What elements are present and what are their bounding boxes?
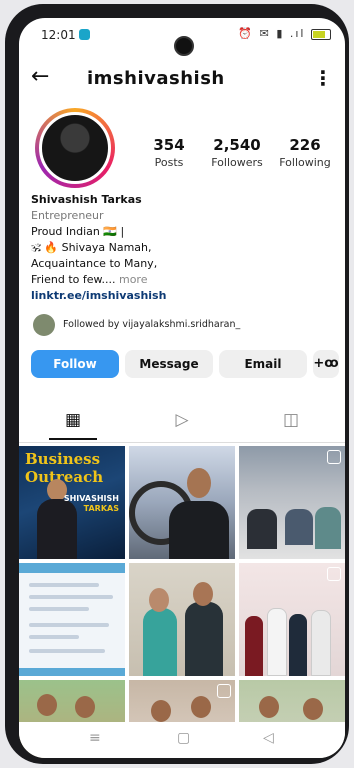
post-person <box>267 608 287 676</box>
stat-following-label: Following <box>279 156 331 169</box>
reel-indicator-icon <box>327 567 341 581</box>
post-person <box>311 610 331 676</box>
avatar[interactable] <box>39 112 111 184</box>
bio-line-2: 🕉 🔥 Shivaya Namah, <box>31 241 152 254</box>
post-person <box>285 509 313 545</box>
profile-stats: 354 Posts 2,540 Followers 226 Following <box>137 136 337 169</box>
post-person-body <box>169 501 229 559</box>
post-person-body <box>185 602 223 676</box>
post-person <box>315 507 341 549</box>
stat-followers-value: 2,540 <box>213 136 261 154</box>
post-thumbnail[interactable] <box>129 446 235 559</box>
posts-grid: Business Outreach SHIVASHISH TARKAS <box>19 446 345 758</box>
tab-tagged[interactable]: ◫ <box>237 410 345 430</box>
post-text-line <box>29 649 105 653</box>
post-person <box>245 616 263 676</box>
bio-line-4-row: Friend to few.... more <box>31 272 331 288</box>
avatar-story-ring[interactable] <box>35 108 115 188</box>
post-text-line <box>29 583 99 587</box>
suggested-accounts-button[interactable]: +ꝏ <box>313 350 339 378</box>
bio-line-3: Acquaintance to Many, <box>31 257 158 270</box>
post-person-body <box>143 608 177 676</box>
post-face <box>303 698 323 720</box>
post-thumbnail[interactable] <box>19 563 125 676</box>
bio-link[interactable]: linktr.ee/imshivashish <box>31 288 331 304</box>
post-thumbnail[interactable] <box>239 446 345 559</box>
profile-actions: Follow Message Email +ꝏ <box>31 350 339 380</box>
email-button[interactable]: Email <box>219 350 307 378</box>
post-person <box>289 614 307 676</box>
reel-indicator-icon <box>217 684 231 698</box>
post-caption-line-1: SHIVASHISH <box>63 494 119 503</box>
post-text-line <box>29 595 113 599</box>
status-time: 12:01 <box>41 28 76 42</box>
screen: 12:01 ⏰ ✉ ▮ .ıl ← imshivashish ⋮ 354 Pos… <box>19 18 345 758</box>
stat-following-value: 226 <box>289 136 321 154</box>
reel-indicator-icon <box>327 450 341 464</box>
post-text-line <box>29 607 89 611</box>
recent-apps-icon[interactable]: ≡ <box>89 730 101 746</box>
post-thumbnail[interactable] <box>239 563 345 676</box>
post-face <box>37 694 57 716</box>
reels-icon: ▷ <box>175 410 189 430</box>
post-face <box>259 696 279 718</box>
stat-posts-label: Posts <box>154 156 184 169</box>
tab-reels[interactable]: ▷ <box>128 410 236 430</box>
system-navigation-bar: ≡ ▢ ◁ <box>19 722 345 758</box>
bio-line-1: Proud Indian 🇮🇳 | <box>31 225 125 238</box>
bio-category: Entrepreneur <box>31 209 104 222</box>
tab-grid[interactable]: ▦ <box>19 410 127 440</box>
back-nav-icon[interactable]: ◁ <box>263 730 274 746</box>
status-icons-text: ⏰ ✉ ▮ .ıl <box>238 27 306 40</box>
post-face <box>191 696 211 718</box>
battery-icon <box>311 28 331 40</box>
post-text-line <box>29 635 79 639</box>
front-camera <box>174 36 194 56</box>
post-face <box>75 696 95 718</box>
bio-name: Shivashish Tarkas <box>31 193 142 206</box>
phone-frame: 12:01 ⏰ ✉ ▮ .ıl ← imshivashish ⋮ 354 Pos… <box>5 4 349 764</box>
grid-icon: ▦ <box>64 410 82 430</box>
post-face <box>151 700 171 722</box>
home-icon[interactable]: ▢ <box>177 730 190 746</box>
post-person-head <box>149 588 169 612</box>
post-person-head <box>187 468 211 498</box>
back-arrow-icon[interactable]: ← <box>31 64 49 89</box>
follow-button[interactable]: Follow <box>31 350 119 378</box>
stat-posts-value: 354 <box>153 136 185 154</box>
stat-followers-label: Followers <box>211 156 263 169</box>
app-notification-icon <box>79 29 90 40</box>
post-person-head <box>193 582 213 606</box>
stat-followers[interactable]: 2,540 Followers <box>205 136 269 169</box>
message-button[interactable]: Message <box>125 350 213 378</box>
status-icons: ⏰ ✉ ▮ .ıl <box>238 27 331 40</box>
content-tabs: ▦ ▷ ◫ <box>19 406 345 443</box>
followed-by-text: Followed by vijayalakshmi.sridharan_ <box>63 319 241 330</box>
profile-username: imshivashish <box>87 68 225 89</box>
follower-avatar <box>33 314 55 336</box>
post-person-body <box>37 499 77 559</box>
followed-by-row[interactable]: Followed by vijayalakshmi.sridharan_ <box>33 314 333 338</box>
add-person-icon: +ꝏ <box>313 356 339 371</box>
post-thumbnail[interactable] <box>129 563 235 676</box>
more-options-icon[interactable]: ⋮ <box>313 66 333 90</box>
profile-header: ← imshivashish ⋮ <box>19 62 345 102</box>
profile-bio: Shivashish Tarkas Entrepreneur Proud Ind… <box>31 192 331 304</box>
post-caption-line-2: TARKAS <box>83 504 119 513</box>
bio-line-4: Friend to few.... <box>31 273 116 286</box>
post-text-line <box>29 623 109 627</box>
stat-posts[interactable]: 354 Posts <box>137 136 201 169</box>
post-person <box>247 509 277 549</box>
post-magazine-title: Business Outreach <box>25 450 104 486</box>
bio-more-link[interactable]: more <box>119 273 148 286</box>
post-thumbnail[interactable]: Business Outreach SHIVASHISH TARKAS <box>19 446 125 559</box>
stat-following[interactable]: 226 Following <box>273 136 337 169</box>
tagged-icon: ◫ <box>282 410 300 430</box>
